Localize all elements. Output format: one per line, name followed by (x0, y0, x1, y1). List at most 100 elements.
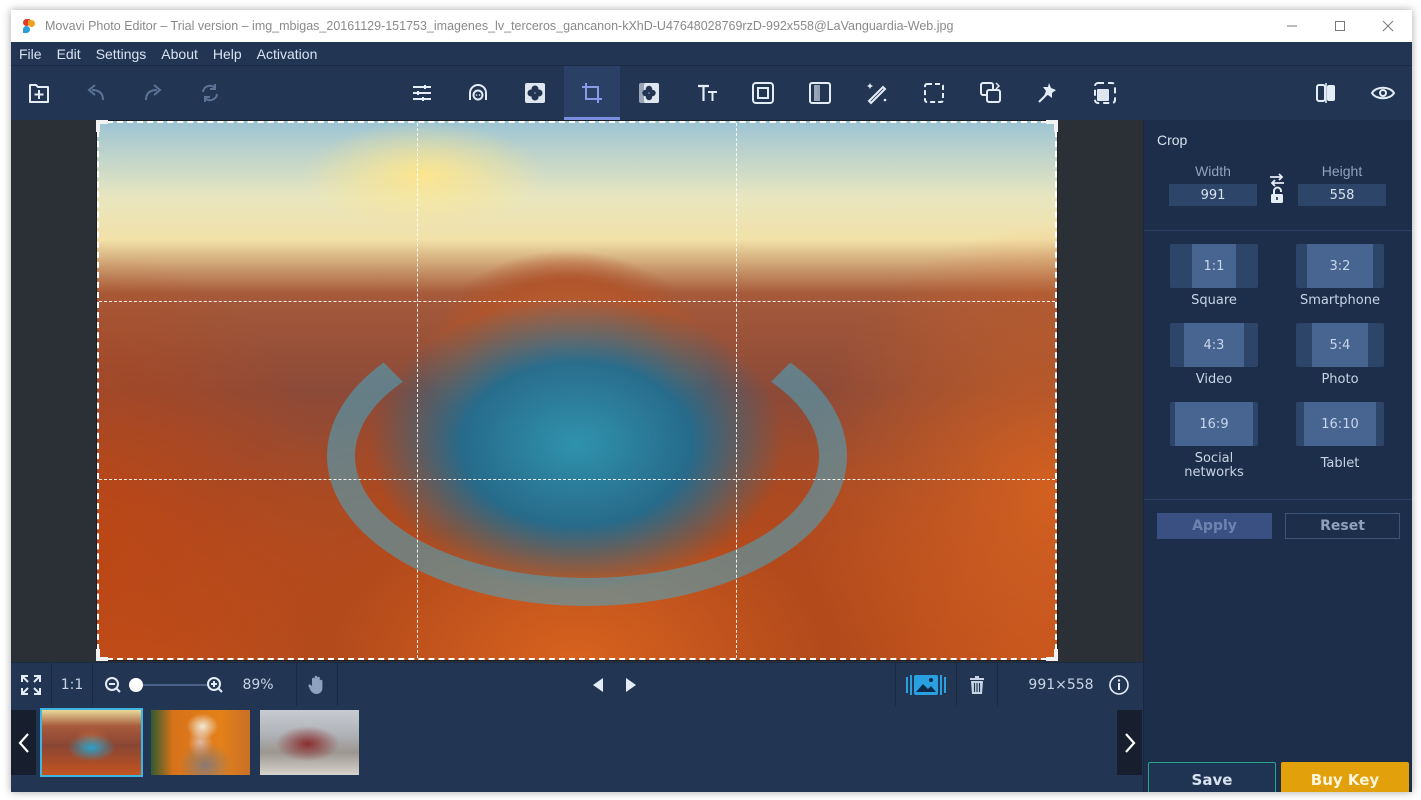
menu-help[interactable]: Help (213, 46, 242, 62)
filmstrip-next-button[interactable] (1117, 710, 1142, 775)
filmstrip-prev-button[interactable] (11, 710, 36, 775)
tool-text[interactable] (680, 66, 736, 120)
tool-effects[interactable] (507, 66, 563, 120)
crop-grid-line (735, 123, 737, 658)
width-label: Width (1195, 163, 1231, 179)
tool-transform[interactable] (1077, 66, 1133, 120)
tool-retouch[interactable] (450, 66, 506, 120)
thumbnail-portrait[interactable] (151, 710, 250, 775)
compare-button[interactable] (1298, 66, 1354, 120)
zoom-percent: 89% (242, 677, 274, 693)
panel-divider (1144, 230, 1412, 231)
tool-resize[interactable] (963, 66, 1019, 120)
selection-icon (924, 83, 944, 103)
fullscreen-button[interactable] (11, 663, 51, 707)
menu-edit[interactable]: Edit (57, 46, 81, 62)
ratio-social-networks[interactable]: 16:9 Social networks (1170, 402, 1258, 480)
tool-selection[interactable] (906, 66, 962, 120)
save-button[interactable]: Save (1148, 762, 1276, 792)
ratio-tablet[interactable]: 16:10 Tablet (1296, 402, 1384, 471)
menu-activation[interactable]: Activation (257, 46, 318, 62)
undo-icon (87, 84, 104, 101)
ratio-smartphone[interactable]: 3:2 Smartphone (1296, 244, 1384, 308)
filmstrip-toggle-button[interactable] (896, 663, 956, 707)
hand-icon (308, 675, 323, 694)
crop-handle-bottom-right[interactable] (1046, 649, 1058, 661)
ratio-label: Social networks (1184, 451, 1244, 480)
ratio-label: Photo (1321, 372, 1359, 387)
ratio-label: Square (1191, 293, 1237, 308)
delete-button[interactable] (957, 663, 997, 707)
swap-icon (1270, 173, 1284, 187)
ratio-label: Video (1195, 372, 1233, 387)
zoom-in-button[interactable] (203, 663, 227, 707)
close-button[interactable] (1364, 10, 1412, 42)
thumbnail-car[interactable] (260, 710, 359, 775)
frame-icon (752, 82, 774, 104)
zoom-slider-thumb[interactable] (128, 678, 143, 692)
lock-open-icon (1271, 186, 1283, 203)
ratio-value: 3:2 (1307, 244, 1373, 288)
previous-image-button[interactable] (586, 663, 610, 707)
zoom-in-icon (207, 677, 223, 693)
ratio-value: 1:1 (1192, 244, 1236, 288)
info-button[interactable] (1105, 663, 1133, 707)
eye-icon (1370, 86, 1396, 100)
trash-icon (970, 676, 984, 694)
actual-size-button[interactable]: 1:1 (52, 663, 92, 707)
crop-handle-top-right[interactable] (1046, 120, 1058, 132)
menu-settings[interactable]: Settings (96, 46, 147, 62)
reset-crop-button[interactable]: Reset (1285, 513, 1400, 539)
next-icon (626, 678, 636, 692)
crop-grid-line (99, 301, 1055, 303)
tool-object-removal[interactable] (1020, 66, 1076, 120)
canvas-area[interactable] (11, 120, 1143, 662)
background-icon (639, 83, 659, 103)
ratio-photo[interactable]: 5:4 Photo (1296, 323, 1384, 387)
width-input[interactable] (1169, 184, 1257, 206)
crop-frame[interactable] (96, 120, 1058, 661)
preview-button[interactable] (1355, 66, 1411, 120)
redo-button[interactable] (125, 66, 181, 120)
undo-button[interactable] (68, 66, 124, 120)
tool-frames[interactable] (735, 66, 791, 120)
ratio-video[interactable]: 4:3 Video (1170, 323, 1258, 387)
info-icon (1109, 675, 1129, 695)
filmstrip (11, 706, 1143, 792)
app-logo-icon (21, 18, 37, 34)
ratio-square[interactable]: 1:1 Square (1170, 244, 1258, 308)
tool-adjust[interactable] (394, 66, 450, 120)
resize-icon (980, 82, 1001, 103)
ratio-value: 4:3 (1184, 323, 1244, 367)
menu-about[interactable]: About (161, 46, 198, 62)
minimize-button[interactable] (1268, 10, 1316, 42)
ratio-value: 5:4 (1312, 323, 1368, 367)
crop-handle-top-left[interactable] (96, 120, 108, 132)
buy-key-button[interactable]: Buy Key (1281, 762, 1409, 792)
height-input[interactable] (1298, 184, 1386, 206)
crop-grid-line (417, 123, 419, 658)
ratio-label: Tablet (1320, 456, 1360, 471)
transform-icon (1094, 82, 1116, 104)
reset-button[interactable] (182, 66, 238, 120)
next-image-button[interactable] (619, 663, 643, 707)
panel-title: Crop (1157, 132, 1188, 148)
maximize-button[interactable] (1316, 10, 1364, 42)
tool-blur[interactable] (792, 66, 848, 120)
crop-handle-bottom-left[interactable] (96, 649, 108, 661)
window-controls (1268, 10, 1412, 42)
menu-file[interactable]: File (19, 46, 42, 62)
thumbnail-canyon[interactable] (40, 708, 143, 777)
add-file-button[interactable] (11, 66, 67, 120)
aspect-lock-button[interactable] (1270, 186, 1284, 208)
apply-button[interactable]: Apply (1157, 513, 1272, 539)
crop-panel: Crop Width Height 1:1 Square 3:2 Smartph… (1143, 120, 1412, 792)
tool-crop[interactable] (564, 66, 620, 120)
pan-tool-button[interactable] (297, 663, 337, 707)
pin-icon (1038, 83, 1056, 103)
maximize-icon (1335, 21, 1345, 31)
tool-magic-enhance[interactable] (849, 66, 905, 120)
tool-background[interactable] (621, 66, 677, 120)
magic-wand-icon (867, 83, 887, 105)
zoom-out-button[interactable] (101, 663, 125, 707)
